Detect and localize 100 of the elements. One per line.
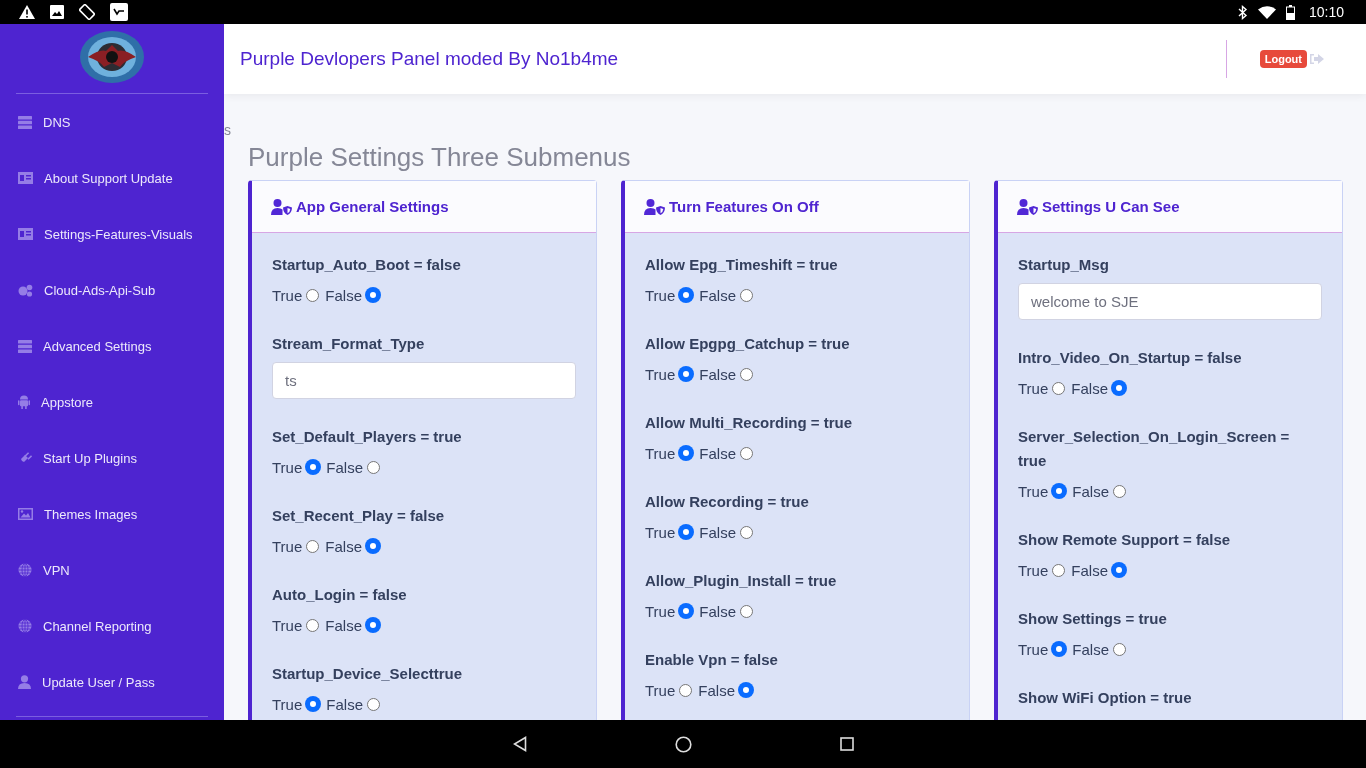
sidebar-item[interactable]: Themes Images xyxy=(16,486,208,542)
sidebar-item[interactable]: Settings-Features-Visuals xyxy=(16,206,208,262)
plug-icon xyxy=(18,451,32,465)
setting-label: Set_Recent_Play = false xyxy=(272,506,445,526)
setting-label: Intro_Video_On_Startup = false xyxy=(1018,348,1242,368)
radio-button[interactable] xyxy=(1052,642,1067,656)
globe-icon xyxy=(18,619,32,633)
radio-button[interactable] xyxy=(367,697,380,711)
server-icon xyxy=(18,115,32,129)
setting-label: Allow Multi_Recording = true xyxy=(645,413,853,433)
radio-label: True xyxy=(645,523,676,541)
radio-button[interactable] xyxy=(740,446,753,460)
setting-label: Show Settings = true xyxy=(1018,609,1167,629)
sidebar-item[interactable]: Update User / Pass xyxy=(16,654,208,710)
input-field[interactable]: welcome to SJE xyxy=(1018,283,1322,320)
radio-button[interactable] xyxy=(306,697,321,711)
radio-button[interactable] xyxy=(1112,381,1126,395)
setting-label: Show Remote Support = false xyxy=(1018,530,1231,550)
radio-button[interactable] xyxy=(306,288,320,302)
setting-label: Auto_Login = false xyxy=(272,585,407,605)
setting-label: Allow_Plugin_Install = true xyxy=(645,571,837,591)
radio-button[interactable] xyxy=(1112,563,1126,577)
radio-button[interactable] xyxy=(679,446,694,460)
page-title: Purple Settings Three Submenus xyxy=(248,142,632,172)
globe-icon xyxy=(18,563,32,577)
radio-label: True xyxy=(272,695,303,713)
radio-button[interactable] xyxy=(367,460,380,474)
radio-button[interactable] xyxy=(679,604,694,618)
radio-label: True xyxy=(1018,482,1049,500)
radio-label: True xyxy=(645,444,676,462)
breadcrumb: s xyxy=(224,122,232,138)
radio-button[interactable] xyxy=(1052,563,1066,577)
radio-label: True xyxy=(272,537,303,555)
radio-button[interactable] xyxy=(366,288,380,302)
radio-button[interactable] xyxy=(1052,381,1066,395)
radio-label: False xyxy=(326,695,363,713)
sidebar-item[interactable]: Appstore xyxy=(16,374,208,430)
radio-button[interactable] xyxy=(306,460,321,474)
setting-label: Startup_Auto_Boot = false xyxy=(272,255,461,275)
sidebar-item[interactable]: About Support Update xyxy=(16,150,208,206)
radio-button[interactable] xyxy=(679,683,693,697)
radio-button[interactable] xyxy=(679,288,694,302)
radio-button[interactable] xyxy=(1113,484,1126,498)
server-icon xyxy=(18,339,32,353)
sidebar-item[interactable]: Channel Reporting xyxy=(16,598,208,654)
sidebar-item[interactable]: DNS xyxy=(16,94,208,150)
user-shield-icon xyxy=(644,198,665,215)
radio-label: True xyxy=(1018,561,1049,579)
back-icon[interactable] xyxy=(512,736,527,752)
radio-button[interactable] xyxy=(740,604,753,618)
radio-button[interactable] xyxy=(739,683,753,697)
radio-label: False xyxy=(325,286,362,304)
radio-button[interactable] xyxy=(740,367,753,381)
setting-label: Allow Epgpg_Catchup = true xyxy=(645,334,850,354)
setting-label: Startup_Msg xyxy=(1018,255,1109,275)
radio-label: True xyxy=(645,602,676,620)
setting-label: Allow Epg_Timeshift = true xyxy=(645,255,838,275)
logout-button[interactable]: Logout xyxy=(1259,50,1307,68)
user-icon xyxy=(18,675,31,689)
radio-label: True xyxy=(1018,640,1049,658)
radio-label: False xyxy=(699,602,736,620)
card-title: Settings U Can See xyxy=(1042,198,1180,215)
radio-button[interactable] xyxy=(1113,642,1126,656)
radio-button[interactable] xyxy=(679,367,694,381)
radio-button[interactable] xyxy=(366,618,380,632)
sidebar-item[interactable]: Advanced Settings xyxy=(16,318,208,374)
radio-label: True xyxy=(272,616,303,634)
radio-button[interactable] xyxy=(679,525,694,539)
radio-button[interactable] xyxy=(306,618,320,632)
radio-label: False xyxy=(1072,640,1109,658)
warning-icon xyxy=(19,5,35,19)
radio-label: True xyxy=(645,286,676,304)
radio-label: True xyxy=(272,458,303,476)
id-card-icon xyxy=(18,172,33,184)
radio-button[interactable] xyxy=(306,539,320,553)
radio-button[interactable] xyxy=(740,525,753,539)
radio-label: False xyxy=(699,523,736,541)
radio-label: True xyxy=(645,365,676,383)
sidebar-item[interactable]: VPN xyxy=(16,542,208,598)
card-title: App General Settings xyxy=(296,198,449,215)
id-card-icon xyxy=(18,228,33,240)
setting-label: Startup_Device_Selecttrue xyxy=(272,664,463,684)
recents-icon[interactable] xyxy=(839,737,854,751)
app-icon xyxy=(110,3,128,21)
radio-label: False xyxy=(699,365,736,383)
rotate-icon xyxy=(79,4,95,20)
radio-button[interactable] xyxy=(740,288,753,302)
input-field[interactable]: ts xyxy=(272,362,576,399)
radio-label: False xyxy=(698,681,735,699)
sidebar-item[interactable]: Start Up Plugins xyxy=(16,430,208,486)
radio-button[interactable] xyxy=(1052,484,1067,498)
radio-label: False xyxy=(1072,482,1109,500)
android-icon xyxy=(18,395,30,409)
home-icon[interactable] xyxy=(674,735,692,753)
radio-button[interactable] xyxy=(366,539,380,553)
radio-label: True xyxy=(1018,379,1049,397)
setting-label: Enable Vpn = false xyxy=(645,650,778,670)
card-title: Turn Features On Off xyxy=(669,198,819,215)
sidebar-item[interactable]: Cloud-Ads-Api-Sub xyxy=(16,262,208,318)
user-shield-icon xyxy=(271,198,292,215)
